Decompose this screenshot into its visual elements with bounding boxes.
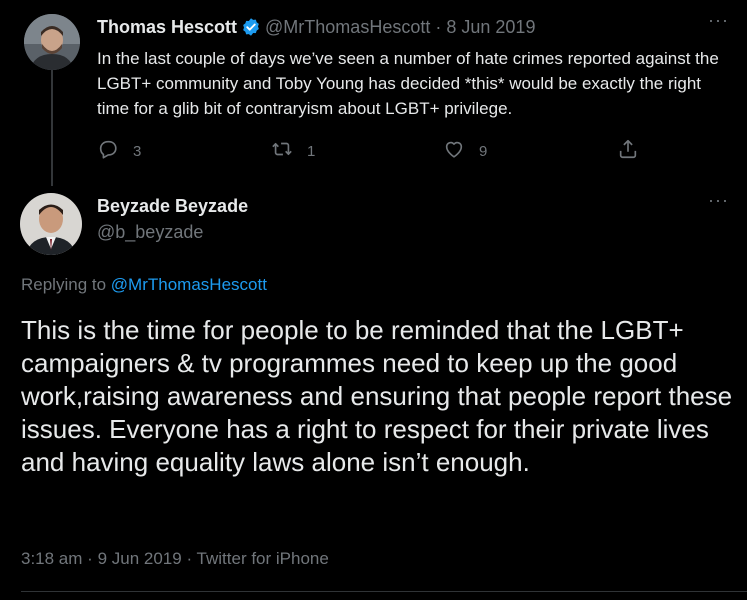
- like-button[interactable]: 9: [443, 138, 487, 164]
- tweet-time[interactable]: 3:18 am: [21, 549, 82, 568]
- replying-to-link[interactable]: @MrThomasHescott: [111, 275, 267, 294]
- replying-label: Replying to: [21, 275, 107, 294]
- tweet-text: This is the time for people to be remind…: [21, 315, 733, 477]
- tweet-metadata: 3:18 am · 9 Jun 2019 · Twitter for iPhon…: [21, 549, 329, 569]
- retweet-icon: [271, 138, 293, 164]
- verified-badge-icon: [241, 17, 261, 37]
- tweet-actions: 3 1 9: [97, 138, 657, 162]
- tweet-date[interactable]: 8 Jun 2019: [446, 17, 535, 37]
- thread-connector-line: [51, 66, 53, 186]
- author-handle[interactable]: @MrThomasHescott: [265, 17, 430, 37]
- tweet-client[interactable]: Twitter for iPhone: [197, 549, 329, 568]
- more-icon[interactable]: ···: [708, 10, 729, 31]
- divider: [21, 591, 747, 592]
- tweet-text: In the last couple of days we’ve seen a …: [97, 49, 719, 118]
- retweet-count: 1: [307, 142, 316, 160]
- replying-to: Replying to @MrThomasHescott: [21, 275, 267, 295]
- parent-tweet-header: Thomas Hescott @MrThomasHescott · 8 Jun 2…: [97, 17, 535, 38]
- more-icon[interactable]: ···: [708, 190, 729, 211]
- main-tweet-header: Beyzade Beyzade @b_beyzade: [97, 196, 248, 243]
- avatar[interactable]: [20, 193, 82, 255]
- like-count: 9: [479, 142, 488, 160]
- tweet-date[interactable]: 9 Jun 2019: [98, 549, 182, 568]
- parent-tweet[interactable]: Thomas Hescott @MrThomasHescott · 8 Jun 2…: [0, 0, 747, 186]
- separator-dot: ·: [186, 549, 193, 568]
- separator-dot: ·: [87, 549, 93, 568]
- share-icon: [617, 138, 639, 164]
- share-button[interactable]: [617, 138, 639, 164]
- separator-dot: ·: [435, 17, 442, 37]
- reply-icon: [97, 138, 119, 164]
- avatar[interactable]: [24, 14, 80, 70]
- retweet-button[interactable]: 1: [271, 138, 315, 164]
- author-handle[interactable]: @b_beyzade: [97, 222, 248, 243]
- author-name[interactable]: Beyzade Beyzade: [97, 196, 248, 217]
- reply-count: 3: [133, 142, 142, 160]
- author-name[interactable]: Thomas Hescott: [97, 17, 237, 37]
- reply-button[interactable]: 3: [97, 138, 141, 164]
- like-icon: [443, 138, 465, 164]
